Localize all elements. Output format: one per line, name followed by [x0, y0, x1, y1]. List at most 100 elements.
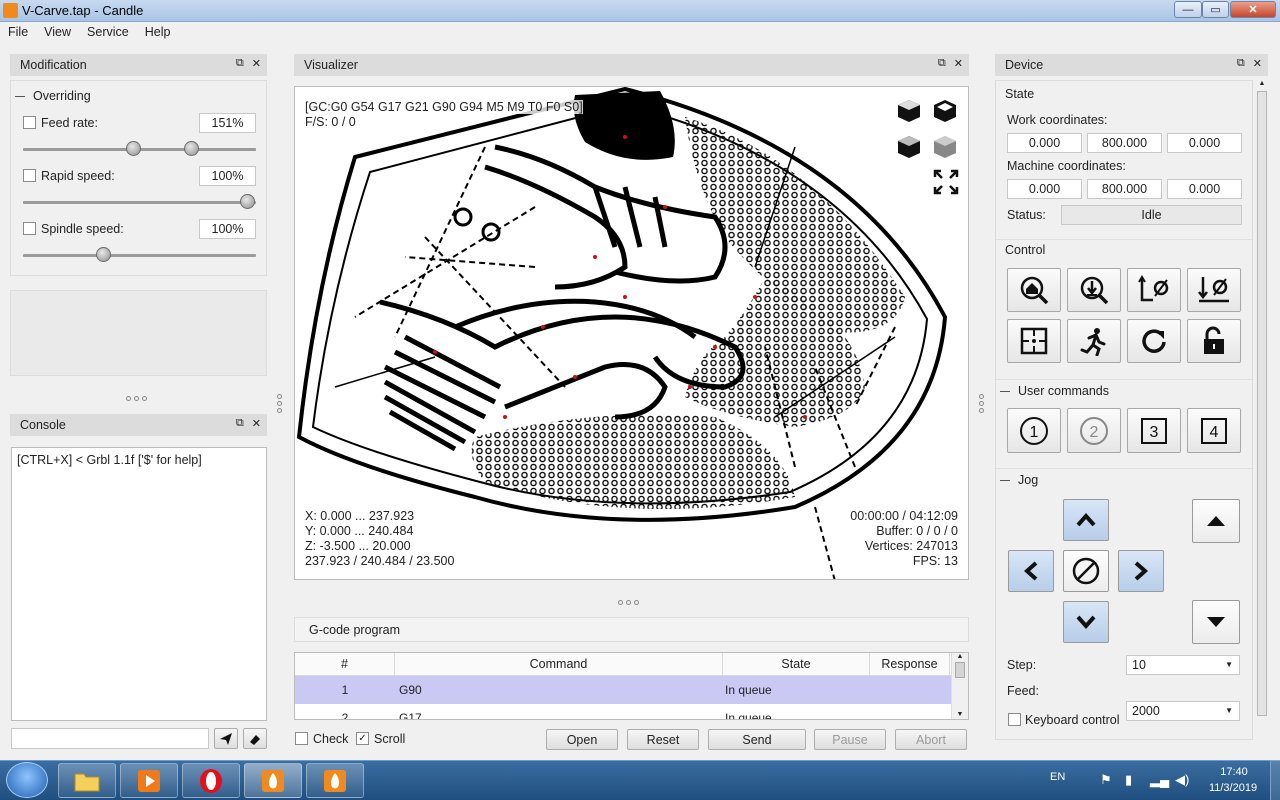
x-range: X: 0.000 ... 237.923 [305, 509, 415, 523]
jog-stop-button[interactable] [1063, 550, 1109, 592]
scroll-checkbox[interactable]: ✓ [356, 732, 369, 745]
check-mode-checkbox[interactable] [295, 732, 308, 745]
device-scrollbar[interactable]: ▲ [1255, 80, 1269, 746]
taskbar-candle[interactable] [306, 763, 364, 798]
close-icon[interactable]: ✕ [252, 417, 261, 430]
step-select[interactable]: 10 [1126, 655, 1240, 675]
work-y[interactable]: 800.000 [1087, 133, 1162, 153]
gcode-table[interactable]: # Command State Response 1 G90 In queue … [294, 652, 969, 720]
battery-icon[interactable]: ▮ [1125, 772, 1132, 788]
maximize-button[interactable]: ▭ [1202, 1, 1229, 18]
clock-time[interactable]: 17:40 [1206, 766, 1262, 778]
view-left-button[interactable] [895, 133, 923, 161]
clock-date[interactable]: 11/3/2019 [1200, 782, 1266, 794]
close-window-button[interactable]: ✕ [1230, 1, 1276, 18]
jog-y-plus-button[interactable] [1063, 499, 1109, 541]
minimize-button[interactable]: — [1174, 1, 1202, 18]
spindle-speed-slider[interactable] [23, 254, 256, 257]
jog-y-minus-button[interactable] [1063, 601, 1109, 643]
reset-button[interactable]: Reset [627, 729, 699, 750]
user-command-1-button[interactable]: 1 [1007, 408, 1061, 453]
network-icon[interactable]: ⚑ [1100, 772, 1112, 788]
user-command-3-button[interactable]: 3 [1127, 408, 1181, 453]
volume-icon[interactable]: ◀) [1175, 772, 1189, 788]
float-icon[interactable]: ⧉ [1237, 57, 1245, 70]
splitter-handle[interactable] [126, 396, 147, 401]
jog-z-plus-button[interactable] [1192, 499, 1240, 543]
view-front-button[interactable] [895, 97, 923, 125]
clear-console-button[interactable] [243, 728, 267, 749]
view-top-button[interactable] [931, 97, 959, 125]
home-button[interactable] [1007, 268, 1061, 312]
signal-icon[interactable]: ▂▄ [1150, 772, 1169, 788]
keyboard-control-checkbox[interactable] [1008, 713, 1021, 726]
feed-rate-checkbox[interactable] [23, 116, 36, 129]
float-icon[interactable]: ⧉ [236, 417, 244, 430]
safe-position-button[interactable] [1067, 319, 1121, 363]
column-state[interactable]: State [723, 653, 870, 675]
taskbar-media-player[interactable] [120, 763, 178, 798]
console-log[interactable]: [CTRL+X] < Grbl 1.1f ['$' for help] [11, 447, 267, 721]
open-button[interactable]: Open [546, 729, 618, 750]
spindle-speed-checkbox[interactable] [23, 222, 36, 235]
view-iso-button[interactable] [931, 133, 959, 161]
language-indicator[interactable]: EN [1050, 771, 1065, 783]
work-x[interactable]: 0.000 [1007, 133, 1082, 153]
return-xy-button[interactable] [1007, 319, 1061, 363]
float-icon[interactable]: ⧉ [938, 57, 946, 70]
zero-xy-button[interactable] [1127, 268, 1181, 312]
machine-y[interactable]: 800.000 [1087, 179, 1162, 199]
column-response[interactable]: Response [870, 653, 950, 675]
table-row[interactable]: 2 G17 In queue [295, 704, 968, 719]
column-number[interactable]: # [295, 653, 395, 675]
rapid-speed-checkbox[interactable] [23, 169, 36, 182]
menu-view[interactable]: View [36, 22, 79, 43]
left-splitter-handle[interactable] [277, 394, 283, 416]
rapid-speed-value[interactable]: 100% [199, 166, 256, 186]
folder-icon [74, 773, 100, 791]
work-z[interactable]: 0.000 [1167, 133, 1242, 153]
pause-button[interactable]: Pause [814, 729, 886, 750]
spindle-speed-value[interactable]: 100% [199, 219, 256, 239]
table-row[interactable]: 1 G90 In queue [295, 676, 968, 704]
close-icon[interactable]: ✕ [954, 57, 963, 70]
user-command-4-button[interactable]: 4 [1187, 408, 1241, 453]
visualizer-splitter[interactable] [618, 600, 639, 605]
feed-rate-slider-knob[interactable] [184, 141, 199, 156]
machine-z[interactable]: 0.000 [1167, 179, 1242, 199]
float-icon[interactable]: ⧉ [236, 57, 244, 70]
machine-x[interactable]: 0.000 [1007, 179, 1082, 199]
soft-reset-button[interactable] [1127, 319, 1181, 363]
send-button[interactable]: Send [708, 729, 806, 750]
feed-select[interactable]: 2000 [1126, 701, 1240, 721]
jog-x-minus-button[interactable] [1008, 550, 1054, 592]
menu-help[interactable]: Help [137, 22, 179, 43]
console-input[interactable] [11, 728, 209, 749]
menu-file[interactable]: File [0, 22, 36, 43]
rapid-speed-slider[interactable] [23, 201, 256, 204]
unlock-button[interactable] [1187, 319, 1241, 363]
taskbar-candle-active[interactable] [244, 763, 302, 798]
probe-z-button[interactable] [1067, 268, 1121, 312]
spindle-speed-slider-knob[interactable] [96, 247, 111, 262]
feed-rate-value[interactable]: 151% [199, 113, 256, 133]
right-splitter-handle[interactable] [979, 394, 985, 416]
close-icon[interactable]: ✕ [252, 57, 261, 70]
show-desktop-button[interactable] [1270, 760, 1280, 800]
rapid-speed-slider-knob[interactable] [240, 194, 255, 209]
jog-x-plus-button[interactable] [1118, 550, 1164, 592]
menu-service[interactable]: Service [79, 22, 137, 43]
abort-button[interactable]: Abort [895, 729, 967, 750]
jog-z-minus-button[interactable] [1192, 600, 1240, 644]
column-command[interactable]: Command [395, 653, 723, 675]
visualizer-canvas[interactable]: [GC:G0 G54 G17 G21 G90 G94 M5 M9 T0 F0 S… [294, 86, 969, 580]
fit-view-button[interactable] [933, 169, 959, 195]
start-button[interactable] [6, 762, 48, 798]
table-scrollbar[interactable]: ▲ ▼ [951, 653, 968, 719]
user-command-2-button[interactable]: 2 [1067, 408, 1121, 453]
close-icon[interactable]: ✕ [1253, 57, 1262, 70]
taskbar-explorer[interactable] [58, 763, 116, 798]
zero-z-button[interactable] [1187, 268, 1241, 312]
send-command-button[interactable] [214, 728, 238, 749]
taskbar-opera[interactable] [182, 763, 240, 798]
